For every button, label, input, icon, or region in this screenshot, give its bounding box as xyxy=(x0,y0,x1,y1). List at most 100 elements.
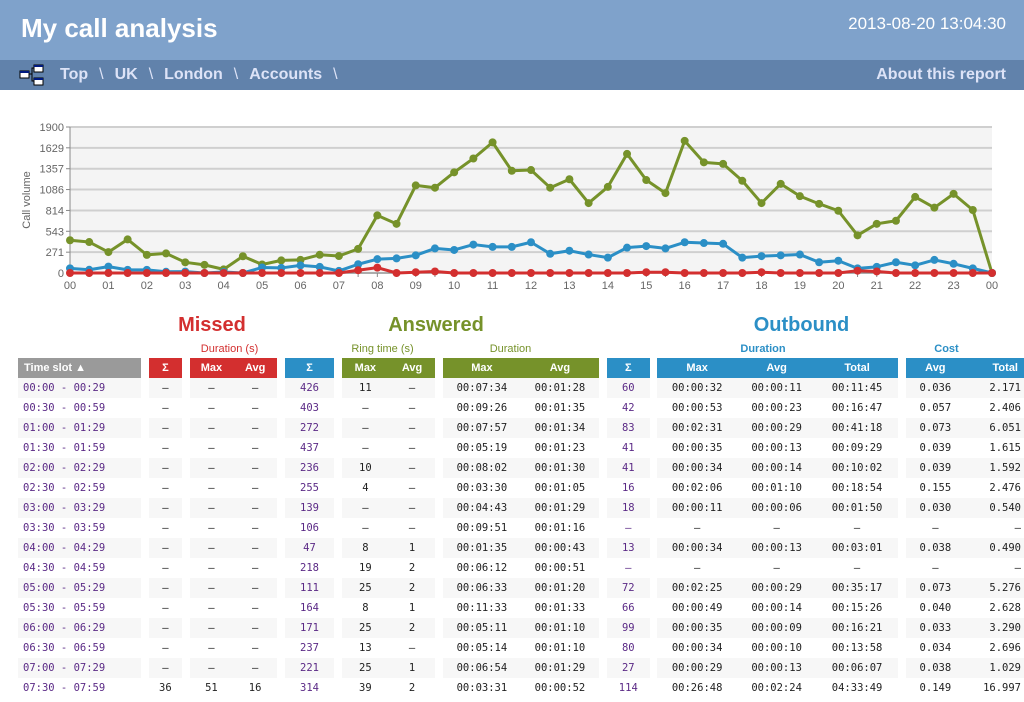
answered-ring-max-header[interactable]: Max xyxy=(342,358,389,378)
answered-sum-cell[interactable]: 106 xyxy=(285,518,334,538)
time-slot-cell[interactable]: 01:30 - 01:59 xyxy=(18,438,141,458)
answered-sum-cell[interactable]: 221 xyxy=(284,658,335,678)
data-point-answered xyxy=(507,166,516,175)
missed-avg-cell: – xyxy=(251,642,259,654)
outbound-duration-avg-header[interactable]: Avg xyxy=(736,358,817,378)
table-row: 02:00 - 02:29– – –236 10–00:08:02 00:01:30 41… xyxy=(18,458,1024,478)
time-slot-cell[interactable]: 01:00 - 01:29 xyxy=(18,418,142,438)
breadcrumb-top[interactable]: Top xyxy=(60,66,88,84)
outbound-sum-cell[interactable]: 41 xyxy=(607,438,650,458)
data-point-answered xyxy=(949,189,958,198)
data-point-answered xyxy=(872,219,881,228)
time-slot-cell[interactable]: 03:00 - 03:29 xyxy=(18,498,142,518)
answered-sum-cell[interactable]: 236 xyxy=(284,458,335,478)
time-slot-cell[interactable]: 06:00 - 06:29 xyxy=(18,618,142,638)
answered-sum-cell[interactable]: 255 xyxy=(285,478,334,498)
outbound-duration-total-header[interactable]: Total xyxy=(816,358,898,378)
outbound-sum-cell[interactable]: 41 xyxy=(606,458,650,478)
data-point-answered xyxy=(315,250,324,259)
outbound-duration-total-cell: – xyxy=(853,562,861,574)
answered-sum-cell[interactable]: 47 xyxy=(284,538,335,558)
time-slot-cell[interactable]: 05:30 - 05:59 xyxy=(18,598,141,618)
outbound-cost-avg-cell: 0.149 xyxy=(919,682,952,694)
data-point-missed xyxy=(411,268,420,277)
breadcrumb-accounts[interactable]: Accounts xyxy=(249,66,322,84)
outbound-sum-cell[interactable]: 114 xyxy=(607,678,650,698)
outbound-cost-avg-cell: 0.073 xyxy=(905,418,966,438)
data-point-answered xyxy=(85,238,94,247)
hierarchy-tree-icon[interactable] xyxy=(19,64,45,86)
outbound-sum-header[interactable]: Σ xyxy=(606,358,650,378)
outbound-duration-total-cell: 00:18:54 xyxy=(831,482,883,494)
time-slot-cell[interactable]: 05:00 - 05:29 xyxy=(18,578,142,598)
answered-sum-cell[interactable]: 237 xyxy=(285,638,334,658)
outbound-sum-cell[interactable]: 16 xyxy=(607,478,650,498)
outbound-sum-cell[interactable]: 66 xyxy=(607,598,650,618)
time-slot-cell[interactable]: 00:30 - 00:59 xyxy=(18,398,141,418)
time-slot-cell[interactable]: 03:30 - 03:59 xyxy=(18,518,141,538)
outbound-cost-avg-cell: 0.073 xyxy=(905,578,966,598)
answered-sum-cell[interactable]: 164 xyxy=(285,598,334,618)
data-point-outbound xyxy=(680,238,689,247)
data-point-answered xyxy=(392,219,401,228)
breadcrumb-london[interactable]: London xyxy=(164,66,223,84)
time-slot-cell[interactable]: 06:30 - 06:59 xyxy=(18,638,141,658)
outbound-sum-cell[interactable]: 99 xyxy=(606,618,650,638)
data-point-answered xyxy=(623,149,632,158)
outbound-sum-cell[interactable]: 72 xyxy=(606,578,650,598)
time-slot-cell[interactable]: 00:00 - 00:29 xyxy=(18,378,142,398)
missed-avg-header[interactable]: Avg xyxy=(233,358,277,378)
time-slot-cell[interactable]: 02:00 - 02:29 xyxy=(18,458,142,478)
data-point-outbound xyxy=(834,256,843,265)
outbound-sum-cell[interactable]: 80 xyxy=(607,638,650,658)
outbound-sum-cell[interactable]: 83 xyxy=(606,418,650,438)
missed-sum-header[interactable]: Σ xyxy=(149,358,182,378)
time-slot-cell[interactable]: 04:00 - 04:29 xyxy=(18,538,142,558)
answered-sum-cell[interactable]: 426 xyxy=(284,378,335,398)
outbound-sum-cell[interactable]: 27 xyxy=(606,658,650,678)
outbound-sum-cell[interactable]: 13 xyxy=(606,538,650,558)
data-point-answered xyxy=(891,216,900,225)
about-report-link[interactable]: About this report xyxy=(876,66,1006,84)
data-point-missed xyxy=(334,269,343,277)
breadcrumb-uk[interactable]: UK xyxy=(115,66,138,84)
time-slot-cell[interactable]: 04:30 - 04:59 xyxy=(18,558,141,578)
outbound-cost-total-header[interactable]: Total xyxy=(965,358,1024,378)
answered-duration-max-header[interactable]: Max xyxy=(443,358,521,378)
data-point-missed xyxy=(66,269,74,277)
time-slot-cell[interactable]: 07:00 - 07:29 xyxy=(18,658,142,678)
outbound-sum-cell[interactable]: – xyxy=(607,518,650,538)
data-point-answered xyxy=(527,166,535,175)
outbound-duration-avg-cell: 00:00:09 xyxy=(736,618,817,638)
answered-sum-header[interactable]: Σ xyxy=(284,358,335,378)
missed-sum-cell: – xyxy=(149,458,182,478)
answered-ring-avg-header[interactable]: Avg xyxy=(388,358,436,378)
data-point-answered xyxy=(853,231,862,240)
answered-sum-cell[interactable]: 111 xyxy=(284,578,335,598)
answered-sum-cell[interactable]: 218 xyxy=(285,558,334,578)
time-slot-cell[interactable]: 07:30 - 07:59 xyxy=(18,678,141,698)
answered-sum-cell[interactable]: 403 xyxy=(285,398,334,418)
answered-sum-cell[interactable]: 139 xyxy=(284,498,335,518)
y-axis-label: Call volume xyxy=(21,171,33,228)
outbound-sum-cell[interactable]: 18 xyxy=(606,498,650,518)
outbound-cost-avg-header[interactable]: Avg xyxy=(905,358,966,378)
answered-sum-cell[interactable]: 437 xyxy=(285,438,334,458)
answered-sum-cell[interactable]: 171 xyxy=(284,618,335,638)
x-tick-label: 22 xyxy=(909,280,921,292)
time-slot-cell[interactable]: 02:30 - 02:59 xyxy=(18,478,141,498)
outbound-sum-cell[interactable]: 60 xyxy=(606,378,650,398)
data-point-answered xyxy=(565,175,574,184)
outbound-duration-max-header[interactable]: Max xyxy=(657,358,737,378)
outbound-sum-cell[interactable]: 42 xyxy=(607,398,650,418)
outbound-cost-avg-cell: 0.057 xyxy=(919,402,952,414)
data-point-answered xyxy=(911,192,920,201)
time-slot-header[interactable]: Time slot ▲ xyxy=(18,358,142,378)
data-point-missed xyxy=(527,269,535,277)
data-point-missed xyxy=(623,269,632,277)
answered-duration-avg-header[interactable]: Avg xyxy=(520,358,600,378)
outbound-sum-cell[interactable]: – xyxy=(607,558,650,578)
missed-max-header[interactable]: Max xyxy=(189,358,234,378)
answered-sum-cell[interactable]: 272 xyxy=(284,418,335,438)
answered-sum-cell[interactable]: 314 xyxy=(285,678,334,698)
